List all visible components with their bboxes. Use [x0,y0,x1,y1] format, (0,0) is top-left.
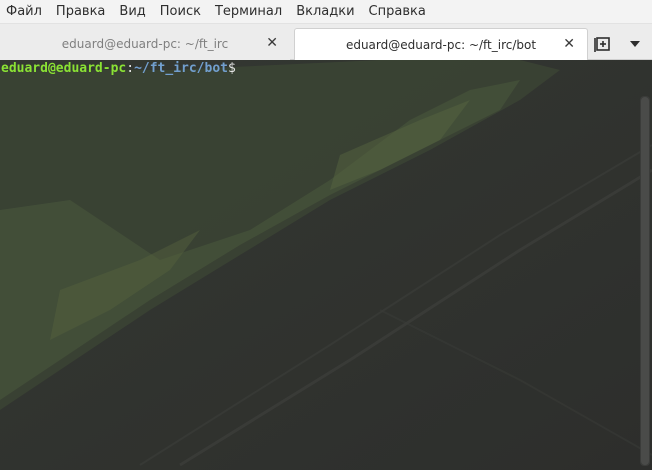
tab-close-icon[interactable]: ✕ [266,35,278,51]
prompt-user: eduard@eduard-pc [1,61,127,76]
menu-file[interactable]: Файл [6,0,50,24]
new-tab-icon[interactable] [593,36,613,54]
menu-tabs[interactable]: Вкладки [296,0,362,24]
tab-label: eduard@eduard-pc: ~/ft_irc/bot [345,37,537,52]
shell-prompt: eduard@eduard-pc:~/ft_irc/bot$ [1,60,236,78]
background-image [0,60,652,470]
tab-ft-irc-bot[interactable]: eduard@eduard-pc: ~/ft_irc/bot ✕ [294,28,588,60]
scrollbar[interactable] [640,96,650,466]
menu-search[interactable]: Поиск [160,0,209,24]
tab-label: eduard@eduard-pc: ~/ft_irc [61,37,229,51]
menu-view[interactable]: Вид [119,0,153,24]
tab-bar: eduard@eduard-pc: ~/ft_irc ✕ eduard@edua… [0,24,652,60]
chevron-down-icon[interactable] [628,38,642,50]
menu-edit[interactable]: Правка [56,0,113,24]
scrollbar-thumb[interactable] [641,97,649,465]
prompt-path: ~/ft_irc/bot [134,61,228,76]
menu-bar: Файл Правка Вид Поиск Терминал Вкладки С… [0,0,652,24]
prompt-symbol: $ [227,61,236,76]
terminal-area[interactable]: eduard@eduard-pc:~/ft_irc/bot$ [0,60,652,470]
tab-ft-irc[interactable]: eduard@eduard-pc: ~/ft_irc ✕ [0,28,290,60]
menu-terminal[interactable]: Терминал [215,0,290,24]
tab-close-icon[interactable]: ✕ [563,36,575,52]
prompt-separator: : [126,61,135,76]
menu-help[interactable]: Справка [369,0,434,24]
